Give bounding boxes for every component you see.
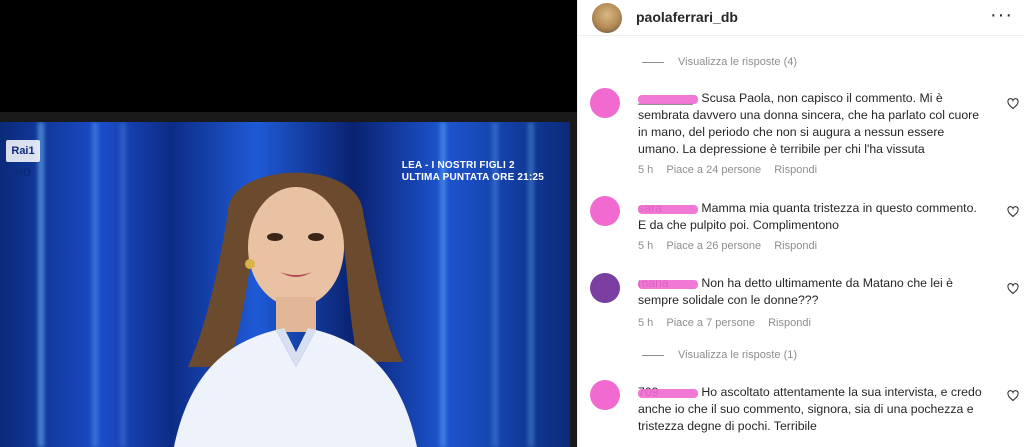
comment-meta: 5 h Piace a 26 persone Rispondi — [638, 240, 827, 252]
comment-meta: 5 h Piace a 24 persone Rispondi — [638, 164, 827, 176]
more-options-icon[interactable]: ··· — [990, 4, 1013, 27]
tv-channel-logo: Rai1 HD — [6, 140, 40, 179]
replies-divider — [642, 61, 664, 63]
reply-button[interactable]: Rispondi — [768, 317, 811, 329]
comment-meta: 5 h Piace a 7 persone Rispondi — [638, 317, 821, 329]
presenter-figure — [174, 172, 417, 447]
comment-body: sara Mamma mia quanta tristezza in quest… — [638, 200, 988, 234]
comment-username[interactable]: ________ — [638, 90, 698, 107]
header-username[interactable]: paolaferrari_db — [636, 9, 738, 25]
comment-body: 709 Ho ascoltato attentamente la sua int… — [638, 384, 988, 435]
reply-button[interactable]: Rispondi — [774, 240, 817, 252]
view-replies-top-label: Visualizza le risposte (4) — [678, 56, 798, 68]
view-replies-bottom-label: Visualizza le risposte (1) — [678, 349, 798, 361]
comment-time: 5 h — [638, 317, 654, 329]
reply-button[interactable]: Rispondi — [774, 164, 817, 176]
comments-panel: paolaferrari_db ··· Visualizza le rispos… — [577, 0, 1024, 447]
commenter-avatar[interactable] — [590, 88, 620, 118]
tv-screen: Rai1 HD LEA - I NOSTRI FIGLI 2 ULTIMA PU… — [0, 122, 570, 447]
commenter-avatar[interactable] — [590, 380, 620, 410]
comment-username[interactable]: mana — [638, 275, 698, 292]
heart-icon[interactable] — [1007, 390, 1019, 402]
comment-username[interactable]: 709 — [638, 384, 698, 401]
comment-likes[interactable]: Piace a 24 persone — [666, 164, 761, 176]
comment-body: ________ Scusa Paola, non capisco il com… — [638, 90, 988, 158]
post-header: paolaferrari_db ··· — [578, 0, 1024, 36]
comment-username[interactable]: sara — [638, 200, 698, 217]
comment-body: mana Non ha detto ultimamente da Matano … — [638, 275, 988, 309]
heart-icon[interactable] — [1007, 206, 1019, 218]
comment-time: 5 h — [638, 164, 654, 176]
comment-time: 5 h — [638, 240, 654, 252]
heart-icon[interactable] — [1007, 283, 1019, 295]
heart-icon[interactable] — [1007, 98, 1019, 110]
view-replies-top[interactable]: Visualizza le risposte (4) — [642, 56, 797, 68]
commenter-avatar[interactable] — [590, 196, 620, 226]
view-replies-bottom[interactable]: Visualizza le risposte (1) — [642, 349, 797, 361]
profile-avatar[interactable] — [592, 3, 622, 33]
post-photo: Rai1 HD LEA - I NOSTRI FIGLI 2 ULTIMA PU… — [0, 0, 577, 447]
replies-divider — [642, 354, 664, 356]
comment-likes[interactable]: Piace a 7 persone — [666, 317, 755, 329]
commenter-avatar[interactable] — [590, 273, 620, 303]
comment-likes[interactable]: Piace a 26 persone — [666, 240, 761, 252]
